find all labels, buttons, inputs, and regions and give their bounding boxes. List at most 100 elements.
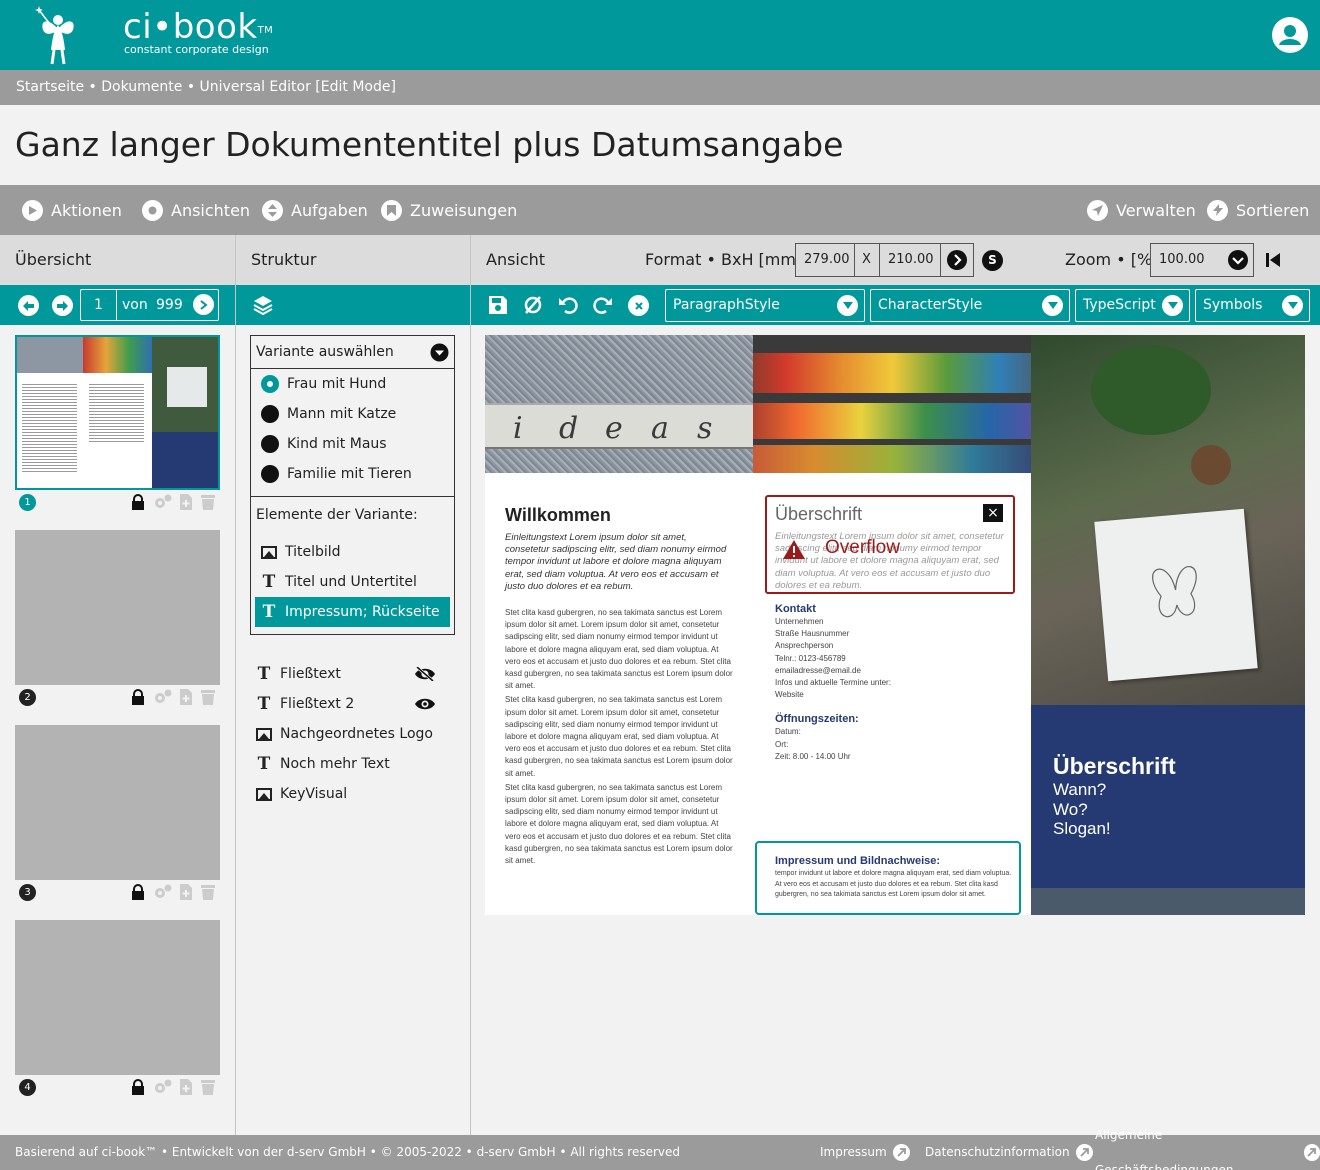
page-thumbnail-1[interactable] xyxy=(15,335,220,490)
variant-element[interactable]: Titelbild xyxy=(251,537,454,567)
welcome-intro: Einleitungstext Lorem ipsum dolor sit am… xyxy=(505,532,727,592)
bookmark-icon xyxy=(381,199,402,221)
variant-option[interactable]: Mann mit Katze xyxy=(251,399,454,429)
add-page-icon[interactable] xyxy=(178,689,194,705)
assignments-label: Zuweisungen xyxy=(410,200,518,220)
lock-icon[interactable] xyxy=(130,1079,146,1095)
variant-box: Variante auswählen Frau mit Hund Mann mi… xyxy=(250,335,455,635)
document-preview[interactable]: ideas Überschrift Wann? Wo? Slogan! Will… xyxy=(485,335,1305,915)
welcome-column[interactable]: Willkommen Einleitungstext Lorem ipsum d… xyxy=(505,505,733,867)
radio-icon xyxy=(261,405,279,423)
assignments-menu-button[interactable]: Zuweisungen xyxy=(381,185,517,235)
page-thumbnail-4[interactable] xyxy=(15,920,220,1075)
save-icon[interactable] xyxy=(488,295,508,315)
play-icon xyxy=(22,199,43,221)
zoom-select[interactable]: 100.00 xyxy=(1150,243,1254,277)
trash-icon[interactable] xyxy=(200,1079,216,1095)
variant-option[interactable]: Frau mit Hund xyxy=(251,369,454,399)
text-icon: T xyxy=(257,754,271,774)
trash-icon[interactable] xyxy=(200,689,216,705)
redo-icon[interactable] xyxy=(593,295,613,315)
radio-icon xyxy=(261,435,279,453)
settings-gears-icon[interactable] xyxy=(153,884,173,900)
layers-icon[interactable] xyxy=(253,295,273,315)
trash-icon[interactable] xyxy=(200,494,216,510)
typescript-dropdown[interactable]: TypeScript xyxy=(1075,289,1190,322)
hours-line: Ort: xyxy=(775,739,789,749)
trash-icon[interactable] xyxy=(200,884,216,900)
butterfly-sketch xyxy=(1152,566,1197,618)
eye-slash-icon[interactable] xyxy=(414,667,436,681)
page-thumbnail-2[interactable] xyxy=(15,530,220,685)
cancel-edit-button[interactable] xyxy=(628,295,649,316)
plants-notebook-photo xyxy=(1031,335,1305,705)
overflow-close-button[interactable]: × xyxy=(983,504,1003,522)
character-style-dropdown[interactable]: CharacterStyle xyxy=(870,289,1070,322)
lock-icon[interactable] xyxy=(130,689,146,705)
user-account-icon[interactable] xyxy=(1272,17,1308,53)
thumb-notebook xyxy=(167,367,207,407)
chevron-right-icon xyxy=(199,299,208,310)
footer-link-terms[interactable]: Allgemeine Geschäftsbedingungen xyxy=(1095,1128,1320,1170)
structure-element[interactable]: KeyVisual xyxy=(256,779,436,809)
actions-menu-button[interactable]: Aktionen xyxy=(22,185,122,235)
app-header: ci•bookTM constant corporate design xyxy=(0,0,1320,70)
add-page-icon[interactable] xyxy=(178,1079,194,1095)
page-number-badge: 3 xyxy=(19,884,36,901)
contact-block[interactable]: Kontakt Unternehmen Straße Hausnummer An… xyxy=(775,603,1005,763)
structure-element[interactable]: T Noch mehr Text xyxy=(256,749,436,779)
settings-gears-icon[interactable] xyxy=(153,689,173,705)
format-width-input[interactable]: 279.00 xyxy=(795,243,855,277)
back-cover-heading: Überschrift xyxy=(1053,753,1176,779)
add-page-icon[interactable] xyxy=(178,494,194,510)
paint-palette-photo xyxy=(753,335,1031,473)
format-s-button[interactable]: S xyxy=(982,250,1003,271)
body-paragraph: Stet clita kasd gubergren, no sea takima… xyxy=(505,608,733,691)
views-menu-button[interactable]: Ansichten xyxy=(142,185,250,235)
tasks-menu-button[interactable]: Aufgaben xyxy=(262,185,368,235)
clear-format-icon[interactable] xyxy=(523,295,543,315)
sort-menu-button[interactable]: Sortieren xyxy=(1207,185,1309,235)
skip-to-start-icon[interactable] xyxy=(1265,251,1281,269)
footer-link-imprint[interactable]: Impressum xyxy=(820,1135,910,1170)
structure-element[interactable]: Nachgeordnetes Logo xyxy=(256,719,436,749)
manage-menu-button[interactable]: Verwalten xyxy=(1087,185,1196,235)
variant-option-label: Kind mit Maus xyxy=(287,436,387,452)
lock-icon[interactable] xyxy=(130,884,146,900)
undo-icon[interactable] xyxy=(558,295,578,315)
close-icon xyxy=(634,301,643,310)
paragraph-style-dropdown[interactable]: ParagraphStyle xyxy=(665,289,865,322)
current-page-input[interactable]: 1 xyxy=(81,290,117,320)
previous-page-button[interactable] xyxy=(18,295,39,316)
format-apply-button[interactable] xyxy=(940,243,974,277)
structure-element[interactable]: T Fließtext 2 xyxy=(256,689,436,719)
page-number-badge: 1 xyxy=(19,494,36,511)
eye-icon[interactable] xyxy=(414,697,436,711)
next-page-button[interactable] xyxy=(52,295,73,316)
structure-element[interactable]: T Fließtext xyxy=(256,659,436,689)
symbols-dropdown[interactable]: Symbols xyxy=(1195,289,1310,322)
footer-link-privacy[interactable]: Datenschutzinformation xyxy=(925,1135,1093,1170)
format-height-input[interactable]: 210.00 xyxy=(879,243,941,277)
chevron-down-icon xyxy=(1162,295,1183,316)
settings-gears-icon[interactable] xyxy=(153,1079,173,1095)
body-paragraph: Stet clita kasd gubergren, no sea takima… xyxy=(505,782,733,866)
variant-option[interactable]: Kind mit Maus xyxy=(251,429,454,459)
arrow-left-icon xyxy=(23,300,34,311)
add-page-icon[interactable] xyxy=(178,884,194,900)
lock-icon[interactable] xyxy=(130,494,146,510)
overflow-text-frame[interactable]: Überschrift Einleitungstext Lorem ipsum … xyxy=(765,495,1015,594)
go-to-page-button[interactable] xyxy=(193,294,214,315)
thumb-text-column-2 xyxy=(89,382,144,442)
variant-element-label: Titelbild xyxy=(285,544,341,560)
variant-element[interactable]: T Titel und Untertitel xyxy=(251,567,454,597)
page-thumbnail-3[interactable] xyxy=(15,725,220,880)
variant-select[interactable]: Variante auswählen xyxy=(251,336,454,369)
settings-gears-icon[interactable] xyxy=(153,494,173,510)
structure-element-label: Fließtext xyxy=(280,666,341,682)
external-link-icon xyxy=(892,1144,910,1161)
variant-option[interactable]: Familie mit Tieren xyxy=(251,459,454,489)
variant-element-active[interactable]: T Impressum; Rückseite xyxy=(255,597,450,627)
breadcrumb[interactable]: Startseite • Dokumente • Universal Edito… xyxy=(0,70,1320,105)
imprint-frame[interactable]: Impressum und Bildnachweise: tempor invi… xyxy=(755,841,1021,915)
